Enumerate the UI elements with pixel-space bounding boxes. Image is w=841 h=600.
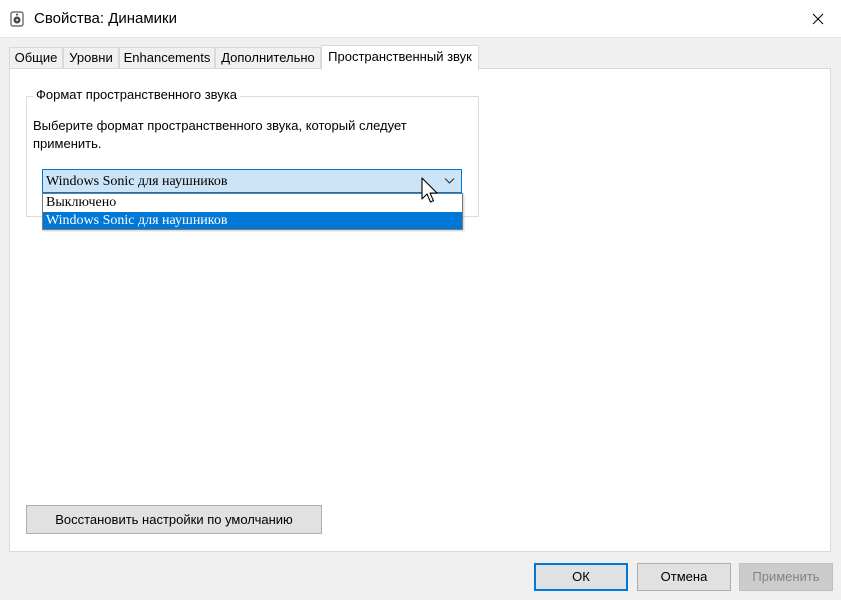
chevron-down-icon xyxy=(444,178,455,184)
combobox-value: Windows Sonic для наушников xyxy=(46,174,228,189)
close-icon xyxy=(812,13,824,25)
group-label: Формат пространственного звука xyxy=(33,87,240,102)
dropdown-option-windows-sonic[interactable]: Windows Sonic для наушников xyxy=(43,212,462,229)
tab-advanced[interactable]: Дополнительно xyxy=(215,47,321,68)
cancel-button[interactable]: Отмена xyxy=(637,563,731,591)
apply-button[interactable]: Применить xyxy=(739,563,833,591)
tab-panel: Формат пространственного звука Выберите … xyxy=(9,68,831,552)
window-title: Свойства: Динамики xyxy=(34,10,177,27)
close-button[interactable] xyxy=(795,0,841,38)
tab-levels[interactable]: Уровни xyxy=(63,47,119,68)
tab-general[interactable]: Общие xyxy=(9,47,63,68)
tab-enhancements[interactable]: Enhancements xyxy=(119,47,215,68)
ok-button[interactable]: ОК xyxy=(534,563,628,591)
restore-defaults-button[interactable]: Восстановить настройки по умолчанию xyxy=(26,505,322,534)
format-description: Выберите формат пространственного звука,… xyxy=(33,118,407,151)
dropdown-option-off[interactable]: Выключено xyxy=(43,194,462,211)
format-dropdown-list: Выключено Windows Sonic для наушников xyxy=(42,193,463,230)
mouse-cursor-icon xyxy=(421,177,438,203)
spatial-format-combobox[interactable]: Windows Sonic для наушников xyxy=(42,169,462,193)
speaker-icon xyxy=(10,11,24,27)
title-bar: Свойства: Динамики xyxy=(0,0,841,38)
tab-spatial-sound[interactable]: Пространственный звук xyxy=(321,45,479,70)
